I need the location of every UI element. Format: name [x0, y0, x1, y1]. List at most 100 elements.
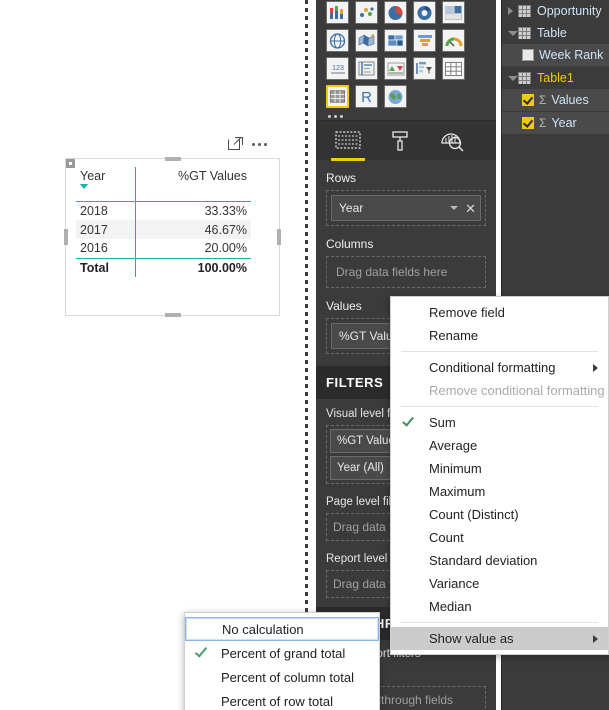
viz-kpi-icon[interactable] [384, 57, 407, 80]
chevron-right-icon[interactable] [508, 7, 518, 15]
submenu-item-percent-of-row-total[interactable]: Percent of row total [185, 689, 379, 710]
field-context-menu[interactable]: Remove field Rename Conditional formatti… [390, 296, 609, 655]
resize-handle-left[interactable] [64, 229, 68, 245]
cell-value[interactable]: 20.00% [135, 239, 251, 258]
menu-item-rename[interactable]: Rename [391, 324, 608, 347]
resize-handle-top[interactable] [164, 157, 181, 161]
report-canvas[interactable]: Year %GT Values 2018 33.33% 2017 46.67% … [0, 0, 305, 710]
viz-slicer-icon[interactable] [413, 57, 436, 80]
resize-handle-bottom[interactable] [164, 313, 181, 317]
column-header-year[interactable]: Year [76, 167, 136, 202]
menu-item-minimum[interactable]: Minimum [391, 457, 608, 480]
tab-analytics[interactable] [426, 121, 478, 161]
sigma-icon: Σ [539, 93, 547, 107]
viz-matrix-icon[interactable] [326, 85, 349, 108]
menu-item-label: Conditional formatting [429, 360, 556, 375]
menu-item-show-value-as[interactable]: Show value as [391, 627, 608, 650]
more-visuals-icon[interactable] [328, 115, 488, 118]
pane-resize-divider[interactable] [305, 0, 308, 710]
viz-card-icon[interactable]: 123 [326, 57, 349, 80]
viz-gauge-icon[interactable] [442, 29, 465, 52]
resize-handle-bottom-right[interactable] [66, 159, 75, 168]
menu-item-label: Remove field [429, 305, 505, 320]
submenu-item-percent-of-column-total[interactable]: Percent of column total [185, 665, 379, 689]
tab-format[interactable] [374, 121, 426, 161]
well-columns[interactable]: Drag data fields here [326, 256, 486, 288]
menu-item-label: Maximum [429, 484, 486, 499]
chevron-down-icon[interactable] [508, 30, 518, 36]
fields-table-table1[interactable]: Table1 [502, 67, 609, 89]
cell-value[interactable]: 33.33% [135, 201, 251, 220]
chevron-down-icon[interactable] [508, 75, 518, 81]
sigma-icon: Σ [539, 116, 547, 130]
viz-treemap-icon[interactable] [442, 1, 465, 24]
viz-scatter-icon[interactable] [355, 1, 378, 24]
menu-item-label: Count [429, 530, 464, 545]
well-rows[interactable]: Year ✕ [326, 190, 486, 226]
viz-shape-map-icon[interactable] [384, 29, 407, 52]
viz-multirow-card-icon[interactable] [355, 57, 378, 80]
menu-item-count-distinct[interactable]: Count (Distinct) [391, 503, 608, 526]
menu-item-average[interactable]: Average [391, 434, 608, 457]
table-row[interactable]: 2018 33.33% [76, 201, 251, 220]
menu-item-maximum[interactable]: Maximum [391, 480, 608, 503]
cell-year[interactable]: 2017 [76, 220, 136, 239]
viz-stacked-bar-icon[interactable] [326, 1, 349, 24]
sort-descending-icon[interactable] [80, 184, 88, 189]
viz-filled-map-icon[interactable] [355, 29, 378, 52]
submenu-item-no-calculation[interactable]: No calculation [185, 617, 379, 641]
column-header-value[interactable]: %GT Values [135, 167, 251, 202]
more-options-icon[interactable] [252, 137, 267, 151]
fields-table-table[interactable]: Table [502, 22, 609, 44]
menu-item-label: Median [429, 599, 472, 614]
viz-funnel-icon[interactable] [413, 29, 436, 52]
menu-item-label: Count (Distinct) [429, 507, 519, 522]
menu-item-conditional-formatting[interactable]: Conditional formatting [391, 356, 608, 379]
chevron-down-icon[interactable] [450, 206, 459, 210]
menu-item-median[interactable]: Median [391, 595, 608, 618]
submenu-arrow-icon [593, 635, 598, 643]
tab-fields[interactable] [322, 121, 374, 161]
menu-item-standard-deviation[interactable]: Standard deviation [391, 549, 608, 572]
viz-donut-icon[interactable] [413, 1, 436, 24]
field-pill-rows-year[interactable]: Year ✕ [331, 195, 481, 221]
cell-year[interactable]: 2016 [76, 239, 136, 258]
checkbox-checked-icon[interactable] [522, 117, 534, 129]
menu-item-variance[interactable]: Variance [391, 572, 608, 595]
menu-item-remove-conditional-formatting: Remove conditional formatting [391, 379, 608, 402]
checkbox-checked-icon[interactable] [522, 94, 534, 106]
viz-arcgis-map-icon[interactable] [384, 85, 407, 108]
checkbox-unchecked-icon[interactable] [522, 49, 534, 61]
cell-total-label: Total [76, 257, 136, 277]
viz-r-script-icon[interactable]: R [355, 85, 378, 108]
menu-item-count[interactable]: Count [391, 526, 608, 549]
resize-handle-right[interactable] [277, 229, 281, 245]
cell-year[interactable]: 2018 [76, 201, 136, 220]
table-row[interactable]: 2017 46.67% [76, 220, 251, 239]
menu-item-label: Sum [429, 415, 456, 430]
cell-total-value: 100.00% [135, 257, 251, 277]
menu-item-sum[interactable]: Sum [391, 411, 608, 434]
viz-pie-icon[interactable] [384, 1, 407, 24]
fields-item-label: Table [537, 26, 567, 40]
menu-item-remove-field[interactable]: Remove field [391, 301, 608, 324]
submenu-item-percent-of-grand-total[interactable]: Percent of grand total [185, 641, 379, 665]
column-header-year-label: Year [80, 169, 106, 183]
fields-item-label: Opportunity [537, 4, 602, 18]
visual-type-gallery: 123 R [316, 0, 496, 118]
menu-item-label: Standard deviation [429, 553, 538, 568]
focus-mode-icon[interactable] [228, 137, 243, 151]
fields-item-week-rank[interactable]: Week Rank [502, 44, 609, 66]
fields-item-values[interactable]: Σ Values [502, 89, 609, 111]
fields-item-year[interactable]: Σ Year [502, 112, 609, 134]
remove-field-icon[interactable]: ✕ [465, 202, 476, 215]
show-value-as-submenu[interactable]: No calculation Percent of grand total Pe… [184, 612, 380, 710]
fields-table-opportunity[interactable]: Opportunity [502, 0, 609, 22]
table-row[interactable]: 2016 20.00% [76, 239, 251, 258]
matrix-table: Year %GT Values 2018 33.33% 2017 46.67% … [76, 167, 256, 277]
cell-value[interactable]: 46.67% [135, 220, 251, 239]
viz-table-icon[interactable] [442, 57, 465, 80]
matrix-visual[interactable]: Year %GT Values 2018 33.33% 2017 46.67% … [64, 157, 281, 317]
table-icon [518, 27, 531, 39]
viz-map-icon[interactable] [326, 29, 349, 52]
